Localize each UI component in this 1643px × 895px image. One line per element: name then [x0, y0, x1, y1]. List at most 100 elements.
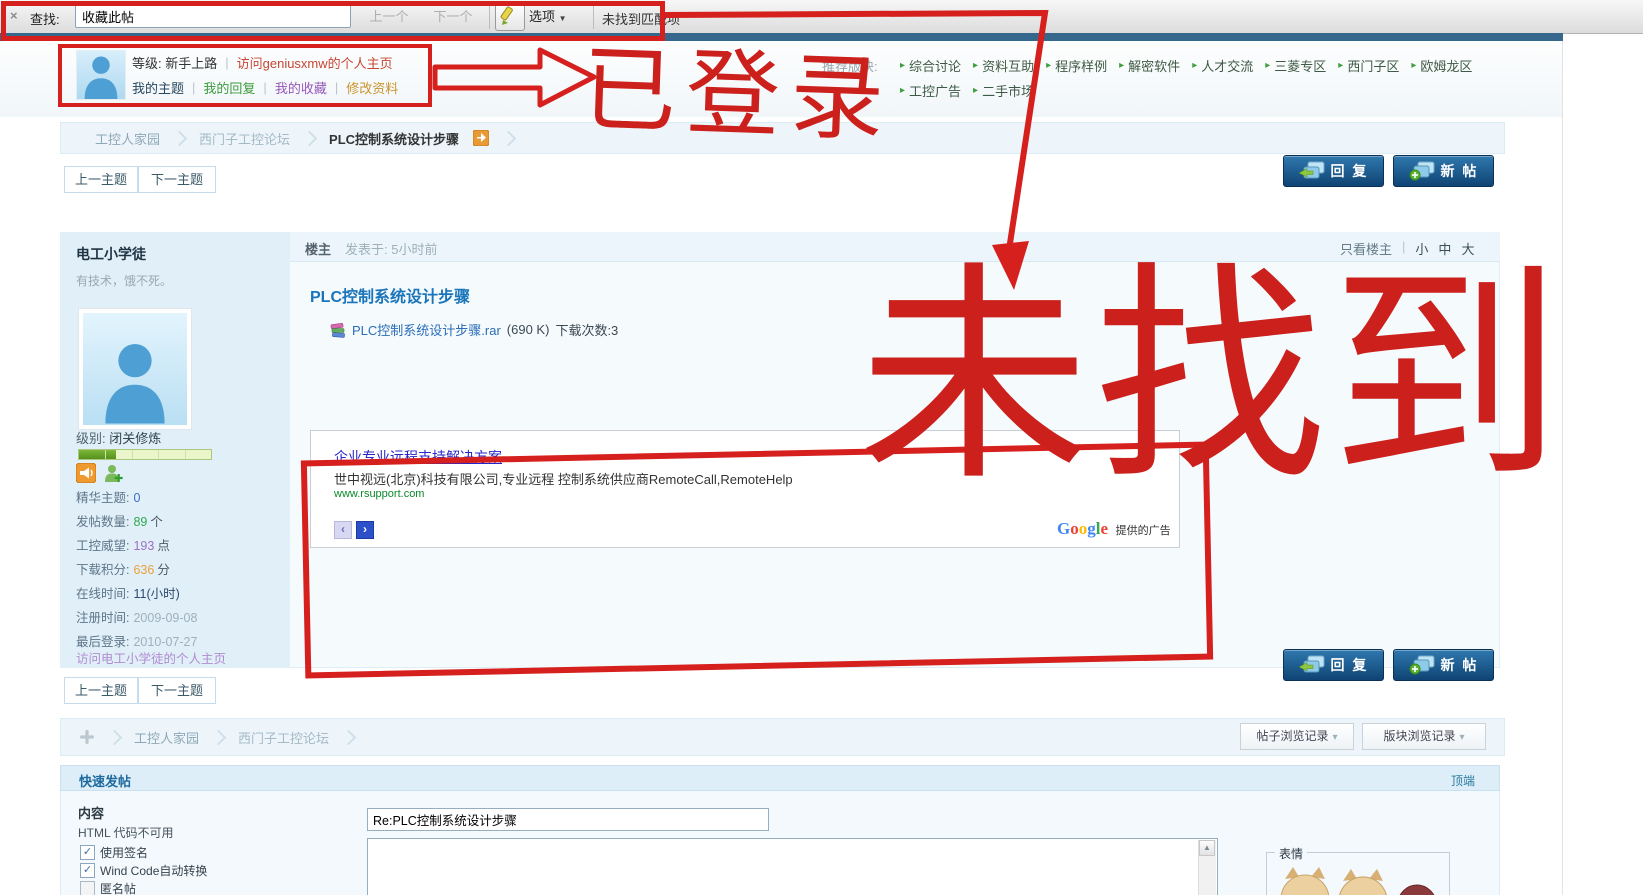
new-post-button[interactable]: 新 帖 — [1393, 155, 1494, 187]
triangle-bullet-icon: ▸ — [900, 60, 905, 71]
ad-title-link[interactable]: 企业专业远程支持解决方案 — [334, 447, 502, 467]
anonymous-checkbox[interactable] — [80, 881, 95, 895]
scroll-up-icon[interactable]: ▲ — [1199, 840, 1215, 856]
level-progress-bar — [78, 449, 212, 460]
ad-next-button[interactable]: › — [356, 521, 374, 539]
emoticon-label: 表情 — [1275, 845, 1307, 862]
font-size-small-link[interactable]: 小 — [1415, 239, 1428, 258]
floor-label: 楼主 — [305, 239, 331, 258]
checkbox-label: 使用签名 — [100, 844, 148, 861]
author-signature: 有技术，饿不死。 — [76, 272, 172, 289]
author-level-row: 级别: 闭关修炼 — [76, 428, 161, 447]
triangle-bullet-icon: ▸ — [1265, 60, 1270, 71]
board-link[interactable]: ▸综合讨论 — [900, 56, 961, 75]
board-link[interactable]: ▸工控广告 — [900, 81, 961, 100]
avatar-background — [83, 313, 187, 425]
subject-input[interactable] — [367, 808, 769, 831]
quick-post-title: 快速发帖 — [79, 771, 131, 790]
board-link[interactable]: ▸解密软件 — [1119, 56, 1180, 75]
board-link[interactable]: ▸三菱专区 — [1265, 56, 1326, 75]
recommended-row1: ▸综合讨论 ▸资料互助 ▸程序样例 ▸解密软件 ▸人才交流 ▸三菱专区 ▸西门子… — [900, 56, 1472, 75]
prev-topic-button[interactable]: 上一主题 — [64, 166, 138, 193]
board-link[interactable]: ▸欧姆龙区 — [1411, 56, 1472, 75]
checkbox-label: 匿名帖 — [100, 880, 136, 895]
font-size-large-link[interactable]: 大 — [1461, 239, 1474, 258]
chevron-right-icon — [302, 130, 318, 146]
recommended-label: 推荐版块: — [822, 56, 878, 75]
ad-frame: 企业专业远程支持解决方案 世中视远(北京)科技有限公司,专业远程 控制系统供应商… — [310, 430, 1180, 548]
my-topics-link[interactable]: 我的主题 — [132, 78, 184, 97]
prev-topic-button[interactable]: 上一主题 — [64, 677, 138, 704]
add-friend-icon[interactable] — [103, 463, 123, 483]
view-op-only-link[interactable]: 只看楼主 — [1340, 239, 1392, 258]
reply-label: 回 复 — [1331, 655, 1369, 675]
post-time-text: 发表于: 5小时前 — [345, 239, 437, 258]
ads-by-google[interactable]: Google 提供的广告 — [1057, 519, 1171, 539]
board-link[interactable]: ▸资料互助 — [973, 56, 1034, 75]
plus-icon[interactable] — [79, 729, 95, 745]
chevron-down-icon: ▼ — [559, 14, 567, 23]
highlight-all-button[interactable] — [495, 3, 525, 31]
post-history-dropdown[interactable]: 帖子浏览记录▾ — [1240, 723, 1354, 750]
options-button[interactable]: 选项 ▼ — [529, 5, 567, 28]
triangle-bullet-icon: ▸ — [1411, 60, 1416, 71]
new-post-button[interactable]: 新 帖 — [1393, 649, 1494, 681]
breadcrumb-home[interactable]: 工控人家园 — [95, 129, 160, 148]
message-textarea[interactable]: ▲ — [367, 838, 1218, 895]
board-history-dropdown[interactable]: 版块浏览记录▾ — [1362, 723, 1486, 750]
reply-button[interactable]: 回 复 — [1283, 155, 1384, 187]
separator: | — [225, 55, 228, 70]
chevron-right-icon — [211, 729, 227, 745]
quick-post-header: 快速发帖 顶端 — [60, 765, 1500, 791]
board-link[interactable]: ▸二手市场 — [973, 81, 1034, 100]
stat-row: 下载积分:636分 — [76, 559, 288, 581]
reply-button[interactable]: 回 复 — [1283, 649, 1384, 681]
scrollbar[interactable]: ▲ — [1198, 840, 1216, 895]
share-icon[interactable] — [473, 130, 489, 146]
breadcrumb-board[interactable]: 西门子工控论坛 — [238, 728, 329, 747]
attachment-link[interactable]: PLC控制系统设计步骤.rar — [352, 320, 501, 339]
announce-icon[interactable] — [76, 463, 96, 483]
cat-emoticons[interactable] — [1277, 865, 1437, 895]
use-signature-checkbox[interactable]: ✓ — [80, 845, 95, 860]
author-avatar[interactable] — [78, 308, 192, 430]
separator: | — [192, 80, 195, 95]
reply-label: 回 复 — [1331, 161, 1369, 181]
caret-down-icon: ▾ — [1459, 732, 1464, 743]
recommended-row2: ▸工控广告 ▸二手市场 — [900, 81, 1034, 100]
attachment-icon — [330, 322, 346, 338]
font-size-medium-link[interactable]: 中 — [1438, 239, 1451, 258]
triangle-bullet-icon: ▸ — [900, 85, 905, 96]
attachment-downloads: 下载次数:3 — [555, 320, 618, 339]
next-topic-button[interactable]: 下一主题 — [138, 166, 216, 193]
board-link[interactable]: ▸程序样例 — [1046, 56, 1107, 75]
find-input[interactable] — [75, 4, 351, 28]
board-link[interactable]: ▸西门子区 — [1338, 56, 1399, 75]
find-prev-button[interactable]: 上一个 — [360, 5, 418, 28]
my-replies-link[interactable]: 我的回复 — [203, 78, 255, 97]
breadcrumb-home[interactable]: 工控人家园 — [134, 728, 199, 747]
ad-description: 世中视远(北京)科技有限公司,专业远程 控制系统供应商RemoteCall,Re… — [334, 469, 793, 488]
author-homepage-link[interactable]: 访问电工小学徒的个人主页 — [76, 648, 226, 667]
new-post-icon — [1409, 655, 1435, 675]
next-topic-button[interactable]: 下一主题 — [138, 677, 216, 704]
edit-profile-link[interactable]: 修改资料 — [346, 78, 398, 97]
options-label: 选项 — [529, 9, 555, 24]
divider — [489, 4, 490, 29]
back-to-top-link[interactable]: 顶端 — [1451, 772, 1475, 789]
find-status-text: 未找到匹配项 — [602, 9, 680, 28]
board-link[interactable]: ▸人才交流 — [1192, 56, 1253, 75]
close-icon[interactable]: × — [10, 8, 18, 23]
content-label: 内容 — [78, 803, 104, 822]
stat-row: 在线时间:11(小时) — [76, 583, 288, 605]
ad-prev-button[interactable]: ‹ — [334, 521, 352, 539]
user-profile-link[interactable]: 访问geniusxmw的个人主页 — [237, 53, 393, 72]
breadcrumb-current-topic: PLC控制系统设计步骤 — [329, 129, 459, 148]
find-next-button[interactable]: 下一个 — [424, 5, 482, 28]
triangle-bullet-icon: ▸ — [1046, 60, 1051, 71]
windcode-convert-checkbox[interactable]: ✓ — [80, 863, 95, 878]
my-favorites-link[interactable]: 我的收藏 — [275, 78, 327, 97]
breadcrumb-board[interactable]: 西门子工控论坛 — [199, 129, 290, 148]
avatar[interactable] — [76, 50, 126, 100]
author-name[interactable]: 电工小学徒 — [76, 244, 146, 264]
